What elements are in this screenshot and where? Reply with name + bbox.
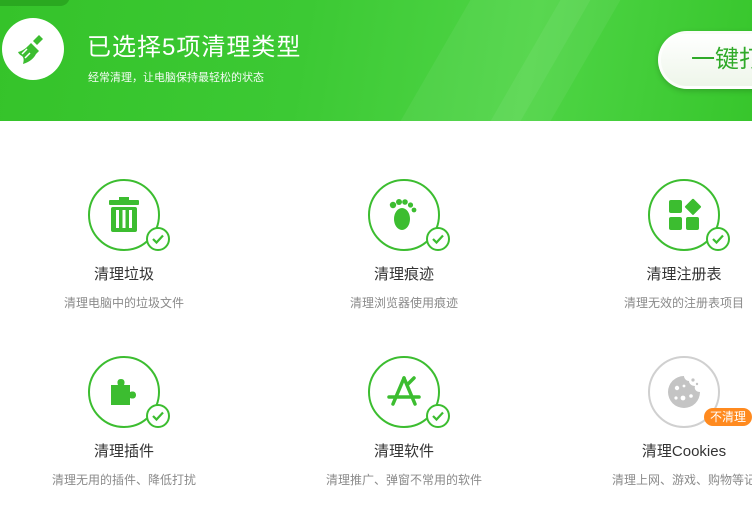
item-desc: 清理电脑中的垃圾文件 [63, 296, 184, 310]
one-key-clean-button[interactable]: 一键打 [658, 31, 752, 89]
item-desc: 清理无用的插件、降低打扰 [51, 473, 196, 487]
broom-icon [2, 18, 64, 80]
item-title: 清理软件 [373, 443, 434, 460]
clean-item-traces[interactable]: 清理痕迹 清理浏览器使用痕迹 [304, 179, 504, 311]
item-title: 清理Cookies [641, 443, 727, 460]
item-title: 清理痕迹 [373, 266, 434, 283]
clean-item-software[interactable]: 清理软件 清理推广、弹窗不常用的软件 [304, 356, 504, 488]
item-desc: 清理浏览器使用痕迹 [349, 296, 458, 310]
window-tab-stub [0, 0, 70, 6]
item-title: 清理注册表 [646, 266, 722, 283]
clean-item-plugins[interactable]: 清理插件 清理无用的插件、降低打扰 [24, 356, 224, 488]
check-icon[interactable] [426, 227, 450, 251]
item-desc: 清理上网、游戏、购物等记 [611, 473, 752, 487]
item-title: 清理插件 [93, 443, 154, 460]
page-title: 已选择5项清理类型 [87, 34, 302, 61]
skip-badge: 不清理 [703, 408, 752, 426]
item-title: 清理垃圾 [93, 266, 154, 283]
check-icon[interactable] [706, 227, 730, 251]
header-banner: 已选择5项清理类型 经常清理，让电脑保持最轻松的状态 一键打 [0, 0, 752, 121]
check-icon[interactable] [146, 227, 170, 251]
clean-item-registry[interactable]: 清理注册表 清理无效的注册表项目 [584, 179, 752, 311]
page-subtitle: 经常清理，让电脑保持最轻松的状态 [88, 72, 264, 84]
item-desc: 清理推广、弹窗不常用的软件 [325, 473, 482, 487]
clean-item-cookies[interactable]: 不清理 清理Cookies 清理上网、游戏、购物等记 [584, 356, 752, 488]
check-icon[interactable] [146, 404, 170, 428]
item-desc: 清理无效的注册表项目 [623, 296, 744, 310]
check-icon[interactable] [426, 404, 450, 428]
clean-item-trash[interactable]: 清理垃圾 清理电脑中的垃圾文件 [24, 179, 224, 311]
